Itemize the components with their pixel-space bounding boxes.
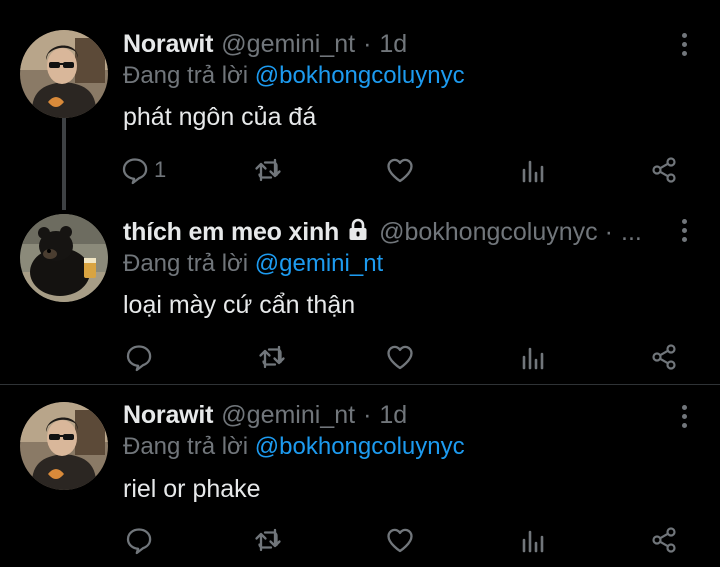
share-icon — [649, 525, 679, 555]
tweet-1[interactable]: Norawit @gemini_nt · 1d Đang trả lời @bo… — [0, 0, 720, 210]
tweet-actions — [120, 340, 690, 374]
retweet-button[interactable] — [257, 340, 287, 374]
retweet-icon — [253, 525, 283, 555]
analytics-button[interactable] — [517, 153, 547, 187]
profile-photo-man-with-sunglasses — [20, 402, 108, 490]
mention-link[interactable]: @bokhongcoluynyc — [255, 62, 465, 89]
retweet-button[interactable] — [253, 153, 283, 187]
replying-to-label: Đang trả lời — [123, 433, 249, 460]
like-button[interactable] — [385, 340, 415, 374]
separator: · — [363, 30, 372, 58]
vertical-dots-icon — [681, 32, 687, 38]
tweet-actions: 1 — [120, 153, 690, 187]
speech-bubble-icon — [120, 155, 150, 185]
heart-icon — [385, 155, 415, 185]
share-button[interactable] — [649, 153, 679, 187]
mention-link[interactable]: @bokhongcoluynyc — [255, 433, 465, 460]
more-options-button[interactable] — [672, 401, 696, 431]
heart-icon — [385, 525, 415, 555]
replying-to-label: Đang trả lời — [123, 250, 249, 277]
reply-button[interactable] — [124, 340, 154, 374]
avatar[interactable] — [20, 30, 108, 118]
tweet-header: Norawit @gemini_nt · 1d — [123, 401, 407, 433]
bar-chart-icon — [517, 155, 547, 185]
display-name[interactable]: Norawit — [123, 30, 213, 59]
replying-to: Đang trả lời @gemini_nt — [123, 250, 383, 278]
share-button[interactable] — [649, 340, 679, 374]
reply-button[interactable] — [124, 523, 154, 557]
username[interactable]: @bokhongcoluynyc — [379, 218, 598, 247]
tweet-header: thích em meo xinh @bokhongcoluynyc · ... — [123, 214, 642, 246]
username[interactable]: @gemini_nt — [221, 401, 355, 430]
replying-to: Đang trả lời @bokhongcoluynyc — [123, 62, 465, 90]
thread-line — [62, 118, 66, 210]
profile-photo-man-with-sunglasses — [20, 30, 108, 118]
lock-icon — [345, 217, 371, 243]
reply-button[interactable]: 1 — [120, 153, 166, 187]
timestamp[interactable]: ... — [621, 218, 642, 247]
display-name[interactable]: thích em meo xinh — [123, 218, 339, 247]
tweet-text: phát ngôn của đá — [123, 103, 317, 131]
tweet-3[interactable]: Norawit @gemini_nt · 1d Đang trả lời @bo… — [0, 385, 720, 567]
username[interactable]: @gemini_nt — [221, 30, 355, 59]
separator: · — [363, 401, 372, 429]
tweet-text: loại mày cứ cẩn thận — [123, 291, 356, 319]
analytics-button[interactable] — [517, 340, 547, 374]
more-options-button[interactable] — [672, 215, 696, 245]
retweet-button[interactable] — [253, 523, 283, 557]
avatar[interactable] — [20, 214, 108, 302]
speech-bubble-icon — [124, 342, 154, 372]
like-button[interactable] — [385, 523, 415, 557]
avatar[interactable] — [20, 402, 108, 490]
bar-chart-icon — [517, 525, 547, 555]
more-options-button[interactable] — [672, 29, 696, 59]
tweet-text: riel or phake — [123, 475, 261, 503]
share-button[interactable] — [649, 523, 679, 557]
analytics-button[interactable] — [517, 523, 547, 557]
retweet-icon — [257, 342, 287, 372]
separator: · — [604, 218, 613, 246]
bar-chart-icon — [517, 342, 547, 372]
tweet-actions — [120, 523, 690, 557]
like-button[interactable] — [385, 153, 415, 187]
display-name[interactable]: Norawit — [123, 401, 213, 430]
share-icon — [649, 342, 679, 372]
timestamp[interactable]: 1d — [379, 401, 407, 430]
reply-count: 1 — [154, 157, 167, 182]
tweet-header: Norawit @gemini_nt · 1d — [123, 30, 407, 62]
share-icon — [649, 155, 679, 185]
profile-photo-black-bear — [20, 214, 108, 302]
mention-link[interactable]: @gemini_nt — [255, 250, 383, 277]
speech-bubble-icon — [124, 525, 154, 555]
retweet-icon — [253, 155, 283, 185]
tweet-2[interactable]: thích em meo xinh @bokhongcoluynyc · ...… — [0, 198, 720, 384]
vertical-dots-icon — [681, 218, 687, 224]
replying-to-label: Đang trả lời — [123, 62, 249, 89]
vertical-dots-icon — [681, 404, 687, 410]
timestamp[interactable]: 1d — [379, 30, 407, 59]
replying-to: Đang trả lời @bokhongcoluynyc — [123, 433, 465, 461]
heart-icon — [385, 342, 415, 372]
